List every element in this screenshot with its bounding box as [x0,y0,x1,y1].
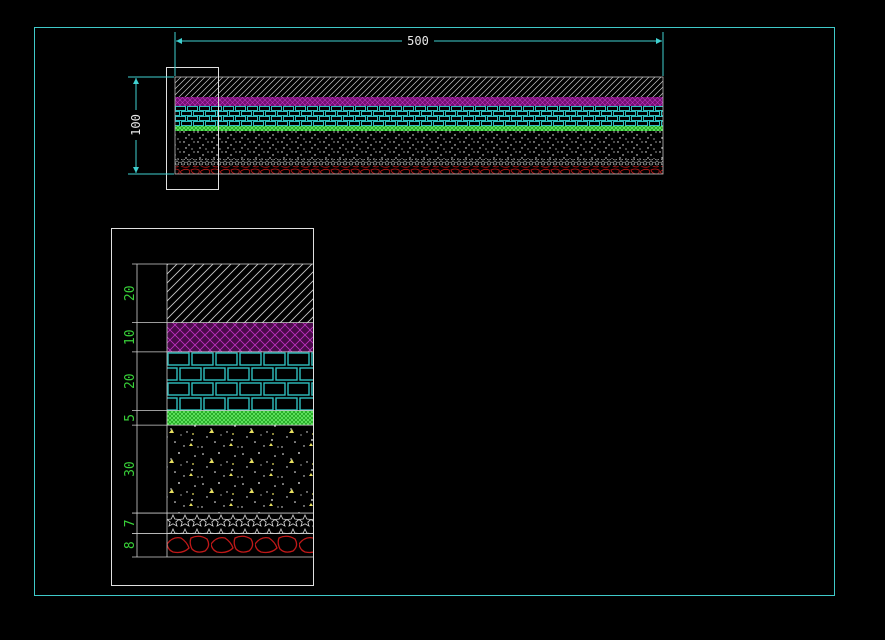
detail-dimensions: 20 10 20 5 30 7 8 [123,263,167,558]
detail-layers [166,263,313,558]
cad-drawing-canvas: 500 100 20 10 20 5 30 7 8 [34,27,835,596]
detail-layer-purple-crosshatch [167,322,313,352]
top-layer-gravel [175,131,663,159]
detail-thickness-label: 7 [123,519,138,527]
detail-thickness-label: 8 [123,541,138,549]
detail-layer-red-stone [167,533,313,557]
top-layer-purple [175,97,663,106]
top-layer-brick [175,106,663,126]
top-layer-hatch [175,77,663,97]
width-dimension-label: 500 [407,34,429,48]
detail-layer-green-mesh [167,410,313,426]
detail-section: 20 10 20 5 30 7 8 [111,228,314,586]
detail-layer-gravel-concrete [167,425,313,514]
detail-thickness-label: 30 [123,461,138,477]
detail-layer-diagonal-hatch [167,264,313,323]
top-layer-mesh [175,126,663,131]
detail-thickness-label: 10 [123,329,138,345]
top-layer-stone [175,166,663,174]
detail-thickness-label: 5 [123,414,138,422]
detail-layer-star-pattern [167,513,313,534]
detail-thickness-label: 20 [123,285,138,301]
detail-thickness-label: 20 [123,373,138,389]
top-layer-star [175,159,663,166]
top-section: 500 100 [128,32,664,190]
detail-layer-cyan-brick [167,351,313,411]
height-dimension-label: 100 [129,114,143,136]
